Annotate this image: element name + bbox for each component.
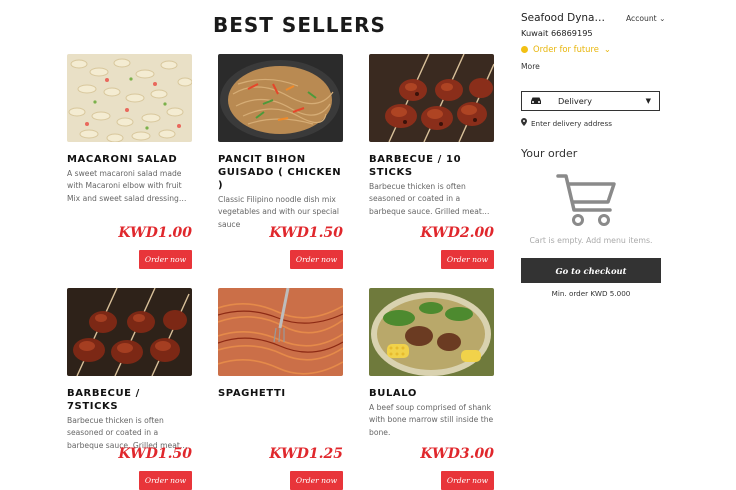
barbecue-image[interactable] <box>369 54 494 142</box>
cart-empty-text: Cart is empty. Add menu items. <box>529 236 653 245</box>
order-now-button[interactable]: Order now <box>441 250 494 269</box>
product-price: KWD2.00 <box>420 225 494 241</box>
checkout-button[interactable]: Go to checkout <box>521 258 661 283</box>
product-name: SPAGHETTI <box>218 388 286 399</box>
product-name: BULALO <box>369 388 417 399</box>
delivery-address[interactable]: Enter delivery address <box>521 118 612 128</box>
product-card[interactable]: SPAGHETTI KWD1.25 Order now <box>218 288 343 490</box>
chevron-down-icon: ⌄ <box>603 44 611 54</box>
status-label: Order for future <box>533 44 599 54</box>
bulalo-image[interactable] <box>369 288 494 376</box>
product-name: MACARONI SALAD <box>67 154 178 165</box>
barbecue-image[interactable] <box>67 288 192 376</box>
account-menu[interactable]: Account ⌄ <box>626 14 665 23</box>
product-card[interactable]: BARBECUE / 7STICKS Barbecue thicken is o… <box>67 288 192 490</box>
product-card[interactable]: PANCIT BIHON GUISADO ( CHICKEN ) Classic… <box>218 54 343 270</box>
cart-icon <box>556 172 618 232</box>
more-link[interactable]: More <box>521 62 540 71</box>
product-card[interactable]: BARBECUE / 10 STICKS Barbecue thicken is… <box>369 54 494 270</box>
location-pin-icon <box>521 118 527 128</box>
status-dot-icon <box>521 45 528 53</box>
car-icon <box>530 96 544 107</box>
product-description: A beef soup comprised of shank with bone… <box>369 403 494 437</box>
product-description: Barbecue thicken is often seasoned or co… <box>369 182 490 216</box>
product-name: BARBECUE / 10 STICKS <box>369 154 462 178</box>
product-card[interactable]: BULALO A beef soup comprised of shank wi… <box>369 288 494 490</box>
product-price: KWD1.50 <box>118 446 192 462</box>
min-order-text: Min. order KWD 5.000 <box>551 289 631 298</box>
chevron-down-icon: ⌄ <box>659 14 666 23</box>
order-now-button[interactable]: Order now <box>139 471 192 490</box>
caret-down-icon: ▼ <box>645 97 651 105</box>
restaurant-phone: Kuwait 66869195 <box>521 28 593 38</box>
product-name: PANCIT BIHON GUISADO ( CHICKEN ) <box>218 154 342 191</box>
product-price: KWD1.00 <box>118 225 192 241</box>
spaghetti-image[interactable] <box>218 288 343 376</box>
account-label: Account <box>626 14 657 23</box>
restaurant-name[interactable]: Seafood Dyna… <box>521 12 605 24</box>
address-label: Enter delivery address <box>531 118 612 128</box>
macaroni-salad-image[interactable] <box>67 54 192 142</box>
order-status[interactable]: Order for future ⌄ <box>521 44 611 54</box>
order-now-button[interactable]: Order now <box>441 471 494 490</box>
delivery-select[interactable]: Delivery ▼ <box>521 91 660 111</box>
order-now-button[interactable]: Order now <box>139 250 192 269</box>
product-card[interactable]: MACARONI SALAD A sweet macaroni salad ma… <box>67 54 192 270</box>
order-now-button[interactable]: Order now <box>290 471 343 490</box>
product-price: KWD1.50 <box>269 225 343 241</box>
product-description: A sweet macaroni salad made with Macaron… <box>67 169 187 203</box>
product-price: KWD1.25 <box>269 446 343 462</box>
page-title: BEST SELLERS <box>213 13 386 37</box>
product-name: BARBECUE / 7STICKS <box>67 388 140 412</box>
product-price: KWD3.00 <box>420 446 494 462</box>
pancit-bihon-image[interactable] <box>218 54 343 142</box>
your-order-title: Your order <box>521 147 578 160</box>
order-now-button[interactable]: Order now <box>290 250 343 269</box>
delivery-label: Delivery <box>558 96 592 106</box>
